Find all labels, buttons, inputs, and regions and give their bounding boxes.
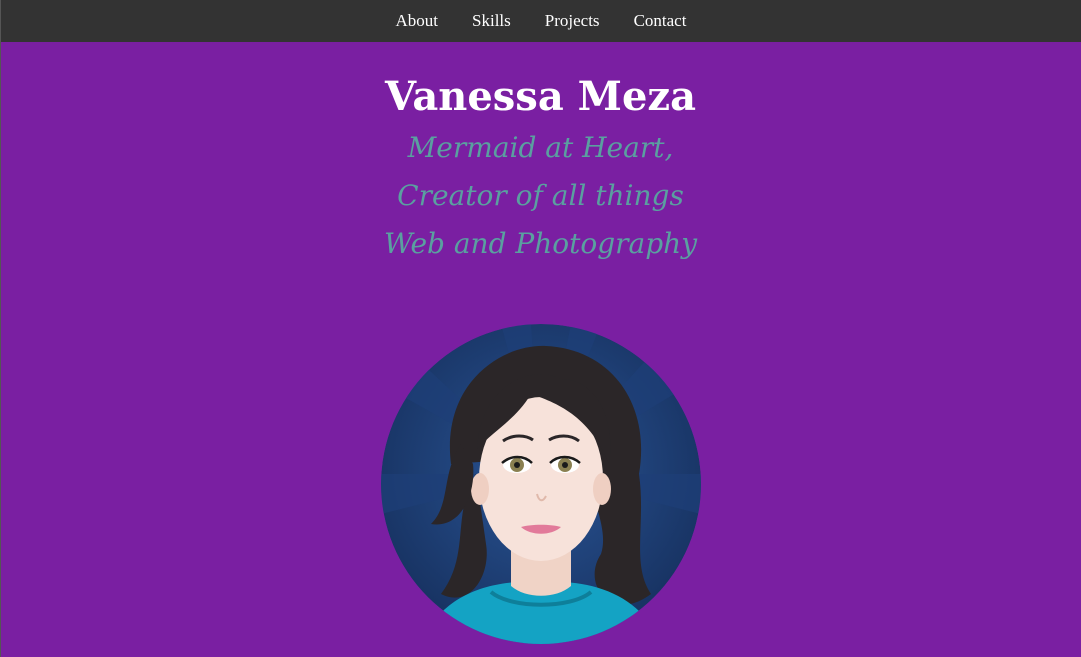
hero-section: Vanessa Meza Mermaid at Heart, Creator o… — [0, 42, 1081, 268]
woman-portrait-avatar-icon — [381, 324, 701, 644]
nav-link-skills[interactable]: Skills — [472, 0, 511, 42]
tagline-line-1: Mermaid at Heart, — [407, 131, 674, 164]
tagline: Mermaid at Heart, Creator of all things … — [0, 124, 1081, 268]
nav-link-contact[interactable]: Contact — [634, 0, 687, 42]
nav-link-projects[interactable]: Projects — [545, 0, 600, 42]
page-title: Vanessa Meza — [384, 73, 697, 120]
top-navigation: About Skills Projects Contact — [1, 0, 1081, 42]
nav-link-about[interactable]: About — [396, 0, 439, 42]
profile-avatar — [381, 324, 701, 644]
tagline-line-2: Creator of all things — [397, 179, 684, 212]
tagline-line-3: Web and Photography — [383, 227, 698, 260]
